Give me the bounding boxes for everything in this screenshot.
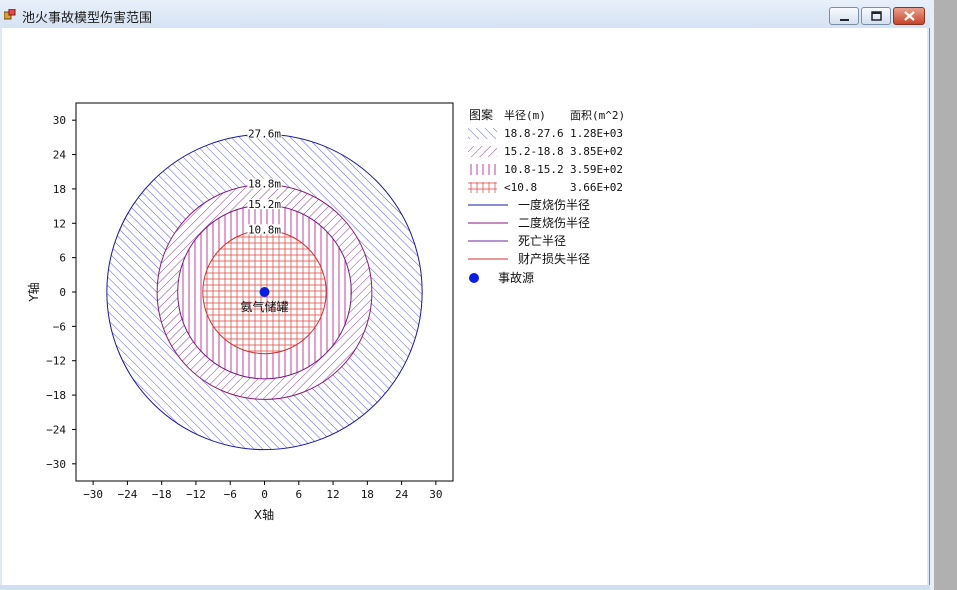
- x-axis-label: X轴: [254, 507, 274, 522]
- legend-swatch-0: [468, 128, 497, 139]
- legend-line-label-1: 二度烧伤半径: [518, 215, 590, 230]
- legend-line-label-2: 死亡半径: [518, 234, 566, 248]
- radius-label-1: 18.8m: [248, 178, 281, 191]
- legend-source-label: 事故源: [498, 270, 534, 285]
- legend-line-label-3: 财产损失半径: [518, 251, 590, 266]
- legend-range-3: <10.8: [504, 181, 537, 194]
- y-tick-label-6: −6: [53, 320, 66, 333]
- y-tick-label-9: −24: [46, 423, 66, 436]
- legend-header-radius: 半径(m): [504, 108, 546, 122]
- legend-area-1: 3.85E+02: [570, 145, 623, 158]
- legend-area-2: 3.59E+02: [570, 163, 623, 176]
- y-tick-label-3: 12: [53, 217, 66, 230]
- legend-header-pattern: 图案: [469, 107, 493, 122]
- legend-source-marker: [469, 273, 479, 283]
- y-tick-label-1: 24: [53, 149, 67, 162]
- legend-range-1: 15.2-18.8: [504, 145, 564, 158]
- accident-source-label: 氨气储罐: [240, 299, 288, 314]
- y-tick-label-5: 0: [59, 286, 66, 299]
- x-tick-label-4: −6: [224, 488, 237, 501]
- y-tick-label-10: −30: [46, 458, 66, 471]
- legend-area-3: 3.66E+02: [570, 181, 623, 194]
- accident-source-marker: [259, 287, 270, 297]
- x-tick-label-7: 12: [326, 488, 339, 501]
- radius-label-2: 15.2m: [248, 198, 281, 211]
- legend-swatch-1: [468, 146, 497, 157]
- legend-line-label-0: 一度烧伤半径: [518, 197, 590, 212]
- radius-label-0: 27.6m: [248, 127, 281, 140]
- x-tick-label-6: 6: [295, 488, 302, 501]
- legend-range-0: 18.8-27.6: [504, 127, 564, 140]
- x-tick-label-2: −18: [152, 488, 172, 501]
- legend-swatch-2: [468, 164, 497, 175]
- chart-canvas: 27.6m 18.8m 15.2m 10.8m 氨气储罐 −30 −24 −18 −12 −6…: [26, 102, 625, 522]
- legend: 图案 半径(m) 面积(m^2) 18.8-27.6 1.28E+03 15.2-1…: [468, 107, 625, 285]
- y-tick-label-4: 6: [59, 252, 66, 265]
- y-tick-label-2: 18: [53, 183, 66, 196]
- radius-label-3: 10.8m: [248, 223, 281, 236]
- x-tick-label-5: 0: [261, 488, 268, 501]
- y-tick-label-0: 30: [53, 114, 66, 127]
- legend-range-2: 10.8-15.2: [504, 163, 564, 176]
- x-tick-label-0: −30: [83, 488, 103, 501]
- x-tick-label-9: 24: [395, 488, 409, 501]
- legend-header-area: 面积(m^2): [570, 109, 625, 122]
- x-tick-label-3: −12: [186, 488, 206, 501]
- x-tick-label-8: 18: [361, 488, 374, 501]
- y-tick-label-8: −18: [46, 389, 66, 402]
- y-axis-label: Y轴: [26, 282, 41, 302]
- y-tick-label-7: −12: [46, 355, 66, 368]
- legend-area-0: 1.28E+03: [570, 127, 623, 140]
- x-tick-label-1: −24: [117, 488, 137, 501]
- x-tick-label-10: 30: [429, 488, 442, 501]
- legend-swatch-3: [468, 182, 497, 193]
